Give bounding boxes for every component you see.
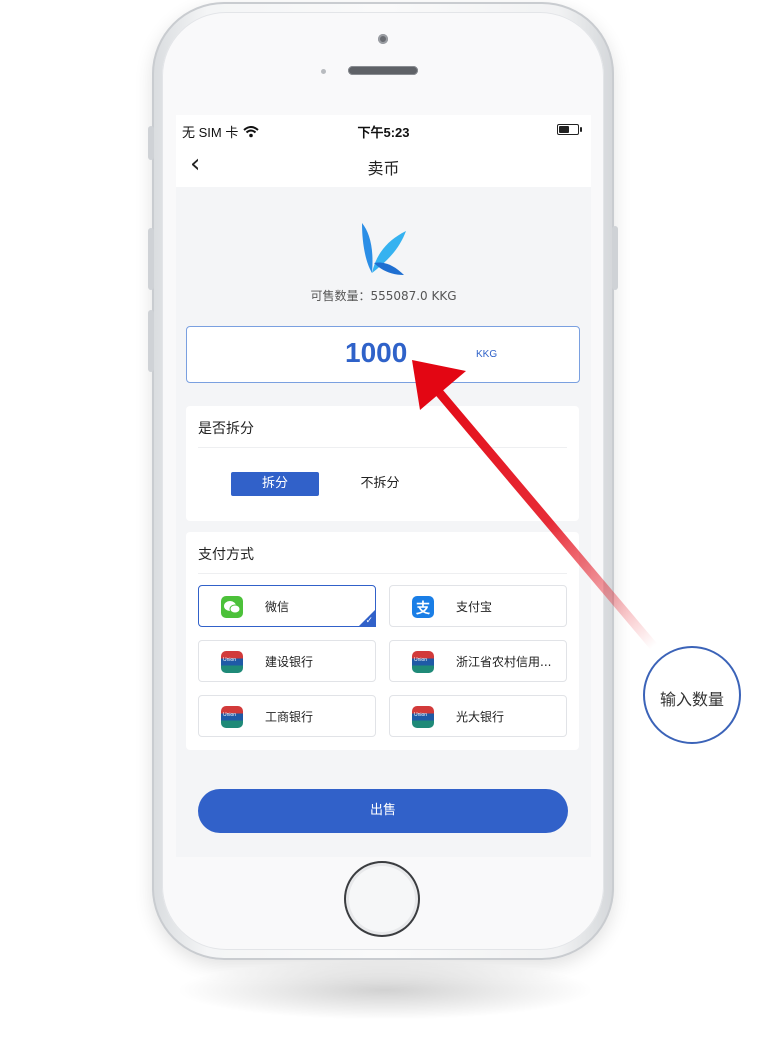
annotation-arrow (412, 360, 660, 653)
annotation-text: 输入数量 (659, 690, 724, 709)
annotation-callout: 输入数量 (643, 646, 741, 744)
